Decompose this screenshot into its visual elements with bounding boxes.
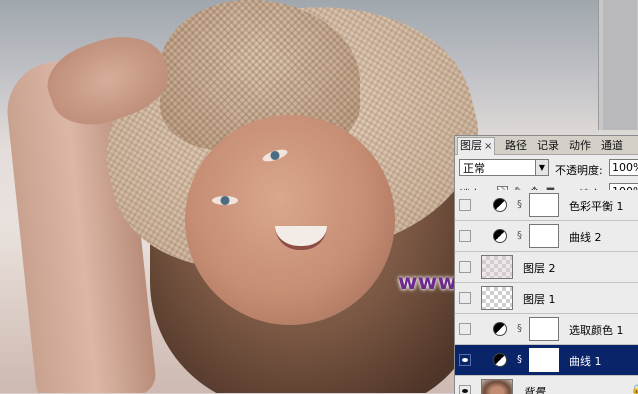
layer-thumbnail[interactable] (481, 379, 513, 394)
photo-eye-left (212, 196, 238, 205)
layer-row[interactable]: 背景 🔒 (455, 376, 638, 394)
tab-history[interactable]: 记录 (535, 138, 561, 153)
eye-icon[interactable] (459, 261, 471, 273)
layer-mask-thumbnail[interactable] (529, 193, 559, 217)
layer-name: 图层 1 (523, 293, 556, 306)
adjustment-layer-icon (493, 353, 507, 367)
eye-icon[interactable] (459, 354, 471, 366)
window-edge (598, 0, 638, 130)
eye-icon[interactable] (459, 230, 471, 242)
adjustment-layer-icon (493, 198, 507, 212)
layer-row-selected[interactable]: § 曲线 1 (455, 345, 638, 376)
layers-list: § 色彩平衡 1 § 曲线 2 图层 2 图层 1 § 选取颜色 1 § 曲线 … (455, 190, 638, 394)
close-icon[interactable]: × (484, 141, 492, 152)
layer-mask-thumbnail[interactable] (529, 224, 559, 248)
tab-actions[interactable]: 动作 (567, 138, 593, 153)
panel-tabs: 图层 × 路径 记录 动作 通道 (455, 136, 638, 155)
adjustment-layer-icon (493, 229, 507, 243)
eye-icon[interactable] (459, 292, 471, 304)
layer-mask-thumbnail[interactable] (529, 317, 559, 341)
chain-link-icon: § (517, 230, 522, 241)
layer-row[interactable]: § 选取颜色 1 (455, 314, 638, 345)
tab-paths[interactable]: 路径 (503, 138, 529, 153)
opacity-input[interactable]: 100% (609, 159, 638, 176)
layer-row[interactable]: § 色彩平衡 1 (455, 190, 638, 221)
layer-thumbnail[interactable] (481, 286, 513, 310)
layer-name: 色彩平衡 1 (569, 200, 624, 213)
opacity-label: 不透明度: (555, 164, 603, 177)
layer-name: 图层 2 (523, 262, 556, 275)
layer-thumbnail[interactable] (481, 255, 513, 279)
layers-panel: 图层× 路径 记录 动作 通道 正常 ▼ 不透明度: 100% 锁定: ✎ ✥ … (454, 135, 638, 394)
chain-link-icon: § (517, 354, 522, 365)
blend-opacity-row: 正常 ▼ 不透明度: 100% (455, 156, 638, 180)
adjustment-layer-icon (493, 322, 507, 336)
layer-name: 曲线 2 (569, 231, 602, 244)
eye-icon[interactable] (459, 199, 471, 211)
layer-name: 曲线 1 (569, 355, 602, 368)
layer-row[interactable]: § 曲线 2 (455, 221, 638, 252)
layer-name: 选取颜色 1 (569, 324, 624, 337)
chain-link-icon: § (517, 323, 522, 334)
layer-mask-thumbnail[interactable] (529, 348, 559, 372)
eye-icon[interactable] (459, 323, 471, 335)
layer-row[interactable]: 图层 2 (455, 252, 638, 283)
layer-row[interactable]: 图层 1 (455, 283, 638, 314)
chevron-down-icon[interactable]: ▼ (535, 159, 549, 176)
chain-link-icon: § (517, 199, 522, 210)
tab-channels[interactable]: 通道 (599, 138, 625, 153)
photo-face (185, 115, 395, 325)
tab-layers[interactable]: 图层 × (457, 137, 496, 155)
